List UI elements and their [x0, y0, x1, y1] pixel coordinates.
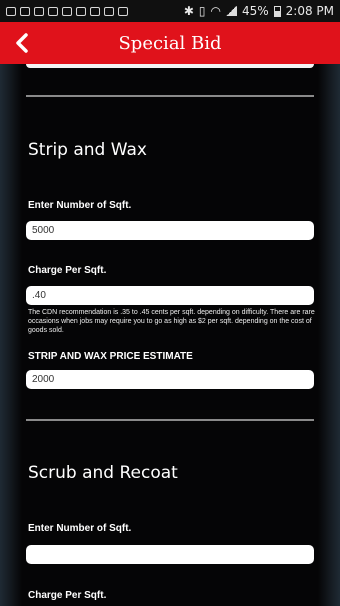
battery-icon — [273, 5, 281, 17]
section-divider — [26, 95, 314, 97]
strip-wax-sqft-input[interactable]: 5000 — [26, 221, 314, 240]
notification-icons — [6, 6, 128, 16]
notification-icon — [104, 6, 114, 16]
strip-wax-estimate-field[interactable]: 2000 — [26, 370, 314, 389]
strip-wax-sqft-label: Enter Number of Sqft. — [28, 200, 132, 211]
scrub-recoat-sqft-input[interactable] — [26, 545, 314, 564]
notification-icon — [6, 6, 16, 16]
notification-icon — [62, 6, 72, 16]
signal-icon — [225, 6, 237, 16]
notification-icon — [90, 6, 100, 16]
previous-input-field[interactable] — [26, 64, 314, 68]
section-divider — [26, 419, 314, 421]
strip-wax-title: Strip and Wax — [28, 140, 147, 160]
strip-wax-charge-label: Charge Per Sqft. — [28, 265, 107, 276]
notification-icon — [118, 6, 128, 16]
vibrate-icon: ▯ — [198, 4, 206, 18]
cdn-recommendation-note: The CDN recommendation is .35 to .45 cen… — [28, 309, 315, 334]
status-bar: ✱ ▯ ◠ 45% 2:08 PM — [0, 0, 340, 22]
scroll-content[interactable]: Strip and Wax Enter Number of Sqft. 5000… — [0, 64, 340, 606]
bluetooth-icon: ✱ — [183, 4, 194, 18]
scrub-recoat-sqft-label: Enter Number of Sqft. — [28, 523, 132, 534]
clock: 2:08 PM — [285, 4, 334, 18]
scrub-recoat-charge-label: Charge Per Sqft. — [28, 590, 107, 601]
back-button[interactable] — [8, 29, 36, 57]
strip-wax-estimate-label: STRIP AND WAX PRICE ESTIMATE — [28, 351, 193, 362]
notification-icon — [34, 6, 44, 16]
notification-icon — [20, 6, 30, 16]
app-bar: Special Bid — [0, 22, 340, 64]
chevron-left-icon — [16, 33, 28, 53]
battery-percent: 45% — [241, 4, 269, 18]
notification-icon — [48, 6, 58, 16]
notification-icon — [76, 6, 86, 16]
page-title: Special Bid — [118, 32, 222, 54]
strip-wax-charge-input[interactable]: .40 — [26, 286, 314, 305]
scrub-recoat-title: Scrub and Recoat — [28, 463, 178, 483]
wifi-icon: ◠ — [210, 4, 221, 18]
